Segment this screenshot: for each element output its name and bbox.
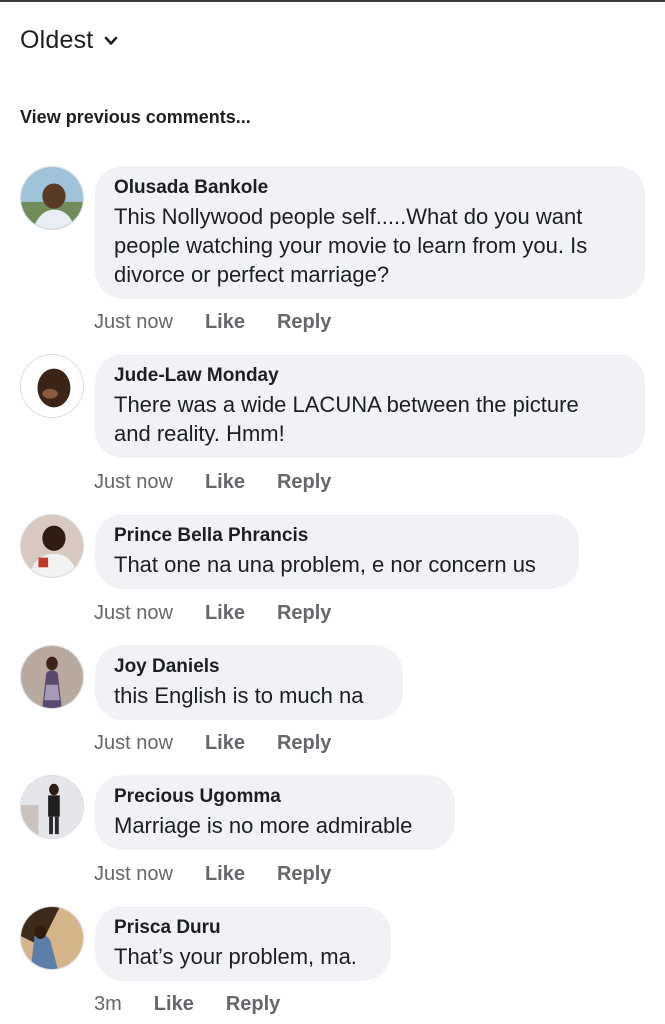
like-button[interactable]: Like [154, 993, 194, 1016]
comment-actions: Just now Like Reply [94, 311, 331, 334]
like-button[interactable]: Like [205, 863, 245, 886]
comment-author[interactable]: Precious Ugomma [114, 785, 435, 809]
avatar[interactable] [20, 514, 84, 578]
reply-button[interactable]: Reply [277, 732, 331, 755]
reply-button[interactable]: Reply [277, 602, 331, 625]
like-button[interactable]: Like [205, 602, 245, 625]
comment-author[interactable]: Prisca Duru [114, 916, 371, 940]
like-button[interactable]: Like [205, 311, 245, 334]
avatar[interactable] [20, 645, 84, 709]
comment-text-line: That’s your problem, ma. [114, 944, 357, 969]
comment-author[interactable]: Olusada Bankole [114, 176, 625, 200]
comment-author[interactable]: Joy Daniels [114, 655, 383, 679]
comment-bubble: Jude-Law Monday There was a wide LACUNA … [95, 354, 645, 458]
reply-button[interactable]: Reply [277, 863, 331, 886]
comment-actions: Just now Like Reply [94, 732, 331, 755]
like-button[interactable]: Like [205, 732, 245, 755]
reply-button[interactable]: Reply [277, 311, 331, 334]
avatar[interactable] [20, 354, 84, 418]
reply-button[interactable]: Reply [226, 993, 280, 1016]
comment-bubble: Prince Bella Phrancis That one na una pr… [95, 514, 579, 589]
comment-bubble: Olusada Bankole This Nollywood people se… [95, 166, 645, 299]
like-button[interactable]: Like [205, 471, 245, 494]
comment-timestamp[interactable]: Just now [94, 311, 173, 334]
comment-bubble: Joy Daniels this English is to much na [95, 645, 403, 720]
view-previous-comments-link[interactable]: View previous comments... [20, 107, 251, 128]
chevron-down-icon [103, 33, 119, 49]
comment-actions: Just now Like Reply [94, 863, 331, 886]
sort-dropdown[interactable]: Oldest [20, 26, 119, 55]
comment-author[interactable]: Prince Bella Phrancis [114, 524, 559, 548]
comment-timestamp[interactable]: Just now [94, 863, 173, 886]
avatar[interactable] [20, 166, 84, 230]
comment-text: There was a wide LACUNA between the pict… [114, 390, 625, 448]
avatar[interactable] [20, 906, 84, 970]
comment-text-line: There was a wide LACUNA between the pict… [114, 392, 579, 417]
comment-text-line: divorce or perfect marriage? [114, 262, 390, 287]
comment-text-line: and reality. Hmm! [114, 421, 285, 446]
reply-button[interactable]: Reply [277, 471, 331, 494]
top-divider [0, 0, 665, 2]
comment-text: That’s your problem, ma. [114, 942, 371, 971]
sort-label: Oldest [20, 26, 94, 54]
comment-text: That one na una problem, e nor concern u… [114, 550, 559, 579]
comment-actions: 3m Like Reply [94, 993, 280, 1016]
comment-timestamp[interactable]: Just now [94, 602, 173, 625]
comment-bubble: Prisca Duru That’s your problem, ma. [95, 906, 391, 981]
comment-text: this English is to much na [114, 681, 383, 710]
comment-actions: Just now Like Reply [94, 471, 331, 494]
comment-text: This Nollywood people self.....What do y… [114, 202, 625, 289]
comment-timestamp[interactable]: 3m [94, 993, 122, 1016]
comment-author[interactable]: Jude-Law Monday [114, 364, 625, 388]
comment-timestamp[interactable]: Just now [94, 471, 173, 494]
comment-actions: Just now Like Reply [94, 602, 331, 625]
comment-text-line: That one na una problem, e nor concern u… [114, 552, 536, 577]
avatar[interactable] [20, 775, 84, 839]
comment-text: Marriage is no more admirable [114, 811, 435, 840]
comment-text-line: This Nollywood people self.....What do y… [114, 204, 583, 229]
comment-text-line: Marriage is no more admirable [114, 813, 413, 838]
comment-text-line: this English is to much na [114, 683, 364, 708]
comment-timestamp[interactable]: Just now [94, 732, 173, 755]
comment-bubble: Precious Ugomma Marriage is no more admi… [95, 775, 455, 850]
comment-text-line: people watching your movie to learn from… [114, 233, 588, 258]
